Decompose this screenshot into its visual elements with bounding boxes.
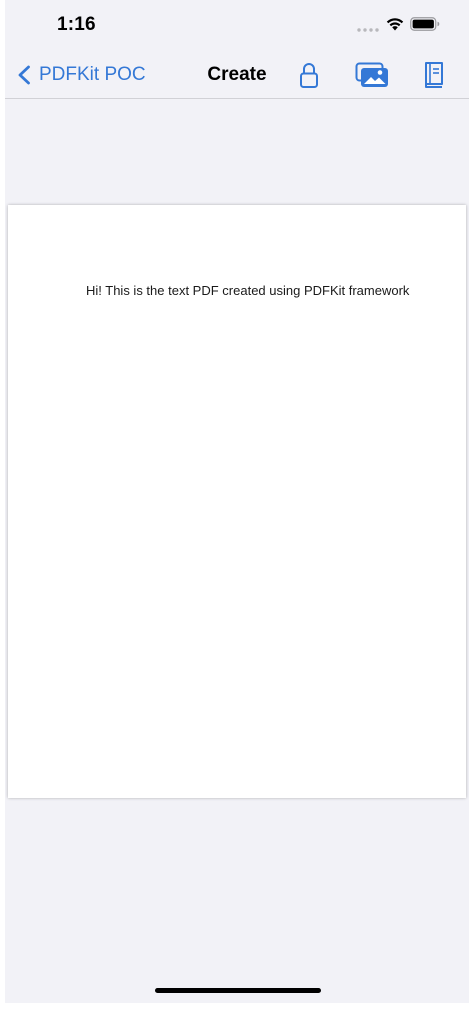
page-title: Create (207, 64, 267, 85)
status-bar: 1:16 (5, 0, 469, 50)
back-button[interactable]: PDFKit POC (17, 60, 146, 90)
lock-icon[interactable] (299, 61, 319, 89)
battery-full-icon (410, 17, 440, 31)
back-button-label: PDFKit POC (39, 64, 146, 85)
book-icon[interactable] (423, 61, 445, 89)
signal-dots-icon (357, 28, 379, 32)
chevron-left-icon (18, 65, 30, 85)
pdf-page[interactable]: Hi! This is the text PDF created using P… (8, 205, 466, 798)
app-screen: 1:16 PDFKit POC Create Hi! This is the t… (5, 0, 469, 1003)
wifi-icon (386, 18, 404, 31)
status-time: 1:16 (57, 14, 96, 35)
home-indicator[interactable] (155, 988, 321, 993)
pdf-text-content: Hi! This is the text PDF created using P… (86, 283, 410, 298)
navigation-bar: PDFKit POC Create (5, 50, 469, 99)
photos-icon[interactable] (355, 62, 389, 88)
